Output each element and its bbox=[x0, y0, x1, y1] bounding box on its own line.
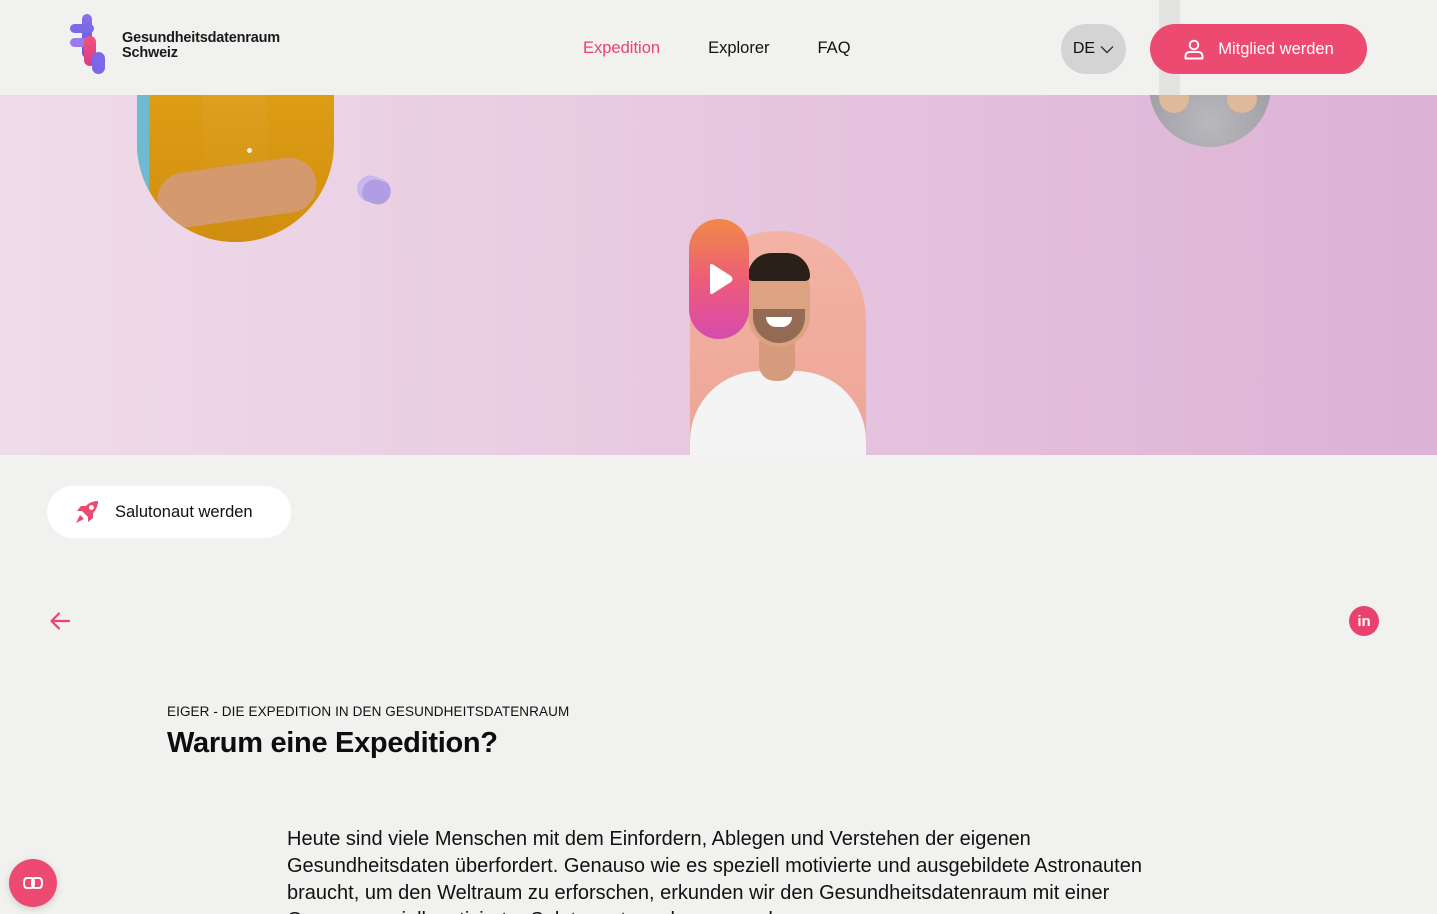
site-header: Gesundheitsdatenraum Schweiz Expedition … bbox=[0, 0, 1437, 95]
hair bbox=[748, 253, 810, 281]
neck bbox=[759, 341, 795, 381]
glasses-icon bbox=[22, 877, 44, 889]
crossed-arms bbox=[153, 154, 321, 231]
linkedin-icon[interactable]: in bbox=[1349, 606, 1379, 636]
accessibility-button[interactable] bbox=[9, 859, 57, 907]
become-salutonaut-button[interactable]: Salutonaut werden bbox=[47, 486, 291, 538]
shirt-button bbox=[247, 148, 252, 153]
nav-link-faq[interactable]: FAQ bbox=[818, 38, 851, 58]
article-title: Warum eine Expedition? bbox=[167, 727, 498, 759]
play-icon bbox=[710, 264, 733, 294]
chevron-down-icon bbox=[1100, 45, 1114, 53]
video-play-button[interactable] bbox=[689, 219, 749, 339]
brand-logo[interactable]: Gesundheitsdatenraum Schweiz bbox=[70, 14, 310, 76]
brand-name-line2: Schweiz bbox=[122, 45, 178, 61]
hero-banner bbox=[0, 95, 1437, 455]
become-salutonaut-label: Salutonaut werden bbox=[115, 502, 253, 521]
decorative-pill bbox=[353, 171, 395, 209]
language-current: DE bbox=[1072, 40, 1096, 57]
main-nav: Expedition Explorer FAQ bbox=[583, 38, 851, 58]
hand-left bbox=[1159, 95, 1189, 113]
hand-right bbox=[1227, 95, 1257, 113]
article-body: Heute sind viele Menschen mit dem Einfor… bbox=[287, 828, 1142, 914]
brand-name: Gesundheitsdatenraum Schweiz bbox=[122, 31, 280, 61]
nav-link-expedition[interactable]: Expedition bbox=[583, 38, 660, 58]
brand-name-line1: Gesundheitsdatenraum bbox=[122, 30, 280, 46]
white-shirt bbox=[690, 371, 866, 455]
photo-accent-strip bbox=[137, 95, 149, 242]
person-photo-left bbox=[137, 95, 334, 242]
person-photo-right bbox=[1149, 95, 1271, 147]
logo-mark-icon bbox=[70, 14, 105, 74]
linkedin-label: in bbox=[1357, 612, 1371, 630]
become-member-button[interactable]: Mitglied werden bbox=[1150, 24, 1367, 74]
language-selector[interactable]: DE bbox=[1061, 24, 1126, 74]
rocket-icon bbox=[76, 501, 98, 523]
become-member-label: Mitglied werden bbox=[1218, 39, 1334, 58]
nav-link-explorer[interactable]: Explorer bbox=[708, 38, 769, 58]
article-eyebrow: EIGER - DIE EXPEDITION IN DEN GESUNDHEIT… bbox=[167, 704, 570, 719]
arrow-left-icon[interactable] bbox=[48, 609, 72, 633]
user-icon bbox=[1184, 39, 1204, 60]
